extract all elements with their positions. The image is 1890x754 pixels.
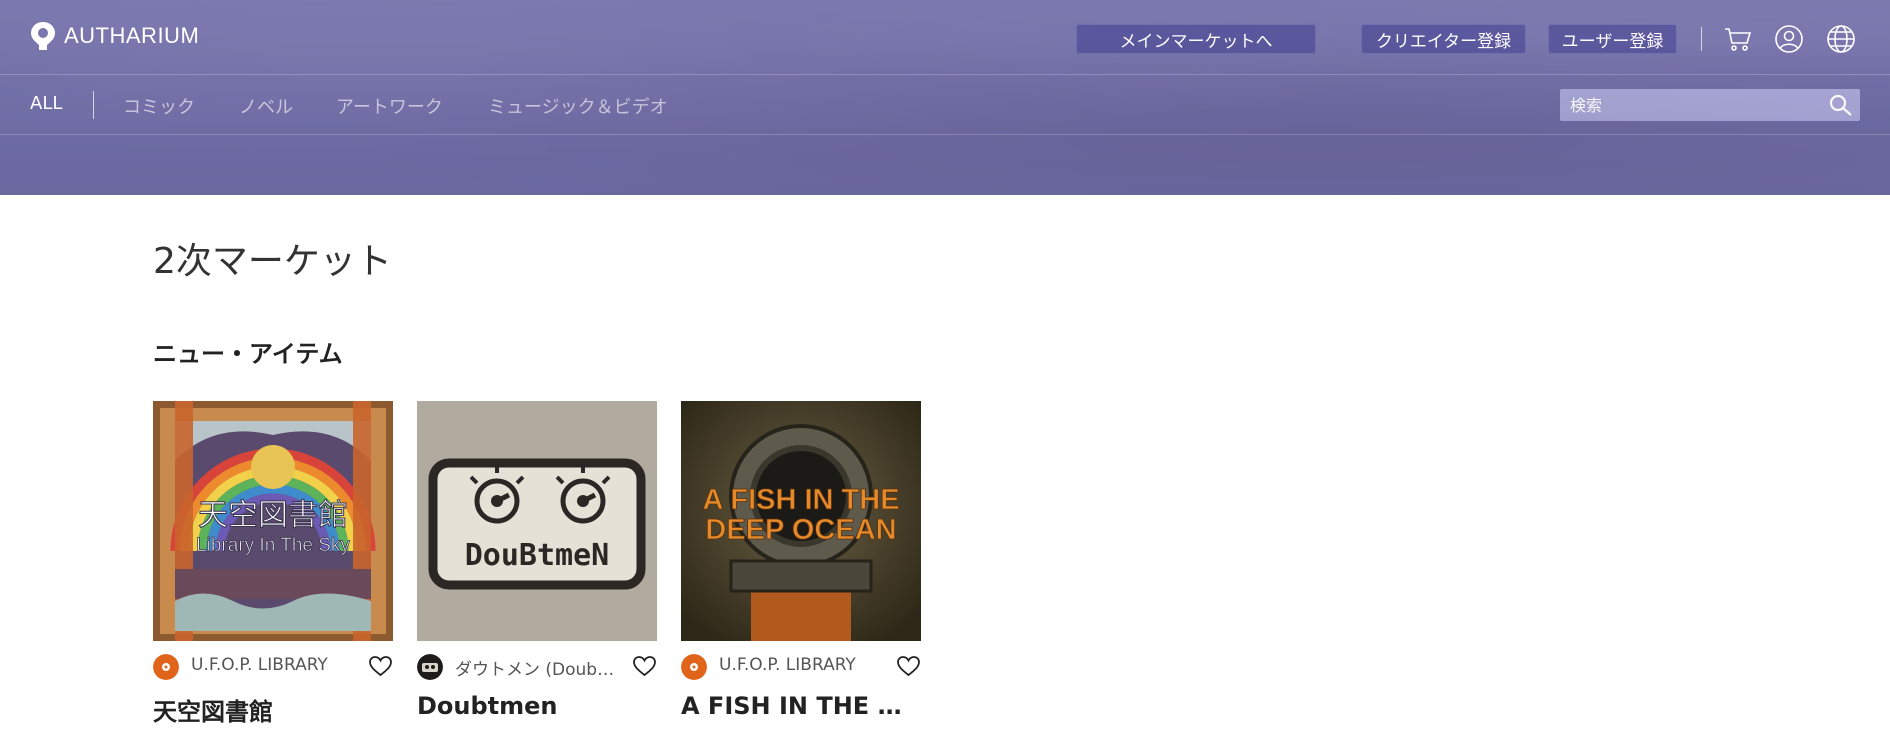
cover-title-jp: 天空図書館 bbox=[198, 498, 348, 533]
logo[interactable]: AUTHARIUM bbox=[30, 21, 199, 51]
user-icon[interactable] bbox=[1774, 24, 1804, 54]
nav-item-comic[interactable]: コミック bbox=[123, 93, 195, 119]
item-card[interactable]: 天空図書館 Library In The Sky U.F.O.P. LIBRAR… bbox=[153, 401, 393, 727]
search-box bbox=[1560, 89, 1860, 121]
cart-icon[interactable] bbox=[1723, 24, 1753, 54]
cover-title-line1: A FISH IN THE bbox=[702, 484, 899, 516]
item-cover-image[interactable]: 天空図書館 Library In The Sky bbox=[153, 401, 393, 641]
item-meta: ダウトメン (Doubtmen) bbox=[417, 641, 657, 691]
heart-icon[interactable] bbox=[632, 654, 657, 678]
top-bar: AUTHARIUM メインマーケットへ クリエイター登録 ユーザー登録 bbox=[0, 0, 1890, 75]
page-title: 2次マーケット bbox=[153, 241, 392, 282]
item-cover-image[interactable]: DouBtmeN bbox=[417, 401, 657, 641]
heart-icon[interactable] bbox=[896, 654, 921, 678]
item-title[interactable]: A FISH IN THE DEEP OCEAN bbox=[681, 692, 921, 720]
item-cover-image[interactable]: A FISH IN THE DEEP OCEAN bbox=[681, 401, 921, 641]
item-title[interactable]: 天空図書館 bbox=[153, 692, 393, 727]
heart-icon[interactable] bbox=[368, 654, 393, 678]
search-icon[interactable] bbox=[1828, 93, 1854, 117]
logo-text: AUTHARIUM bbox=[64, 23, 200, 48]
globe-icon[interactable] bbox=[1826, 24, 1856, 54]
creator-avatar[interactable] bbox=[153, 654, 179, 680]
nav-divider bbox=[93, 91, 94, 119]
creator-name[interactable]: U.F.O.P. LIBRARY bbox=[719, 655, 879, 675]
nav-item-music-video[interactable]: ミュージック＆ビデオ bbox=[488, 93, 668, 119]
main-market-button[interactable]: メインマーケットへ bbox=[1076, 24, 1316, 54]
item-meta: U.F.O.P. LIBRARY bbox=[681, 641, 921, 691]
item-title[interactable]: Doubtmen bbox=[417, 692, 657, 720]
section-title: ニュー・アイテム bbox=[153, 340, 343, 368]
nav-item-artwork[interactable]: アートワーク bbox=[336, 93, 443, 119]
creator-name[interactable]: ダウトメン (Doubtmen) bbox=[455, 655, 615, 680]
cover-logo-text: DouBtmeN bbox=[465, 538, 610, 573]
creator-register-button[interactable]: クリエイター登録 bbox=[1361, 24, 1526, 54]
creator-avatar[interactable] bbox=[681, 654, 707, 680]
creator-name[interactable]: U.F.O.P. LIBRARY bbox=[191, 655, 351, 675]
user-register-button[interactable]: ユーザー登録 bbox=[1548, 24, 1677, 54]
header-divider bbox=[1701, 27, 1702, 51]
logo-icon bbox=[31, 22, 55, 50]
nav-item-all[interactable]: ALL bbox=[30, 93, 62, 114]
cover-title-line2: DEEP OCEAN bbox=[705, 514, 896, 546]
item-card[interactable]: DouBtmeN ダウトメン (Doubtmen) Doubtmen bbox=[417, 401, 657, 720]
header-banner: AUTHARIUM メインマーケットへ クリエイター登録 ユーザー登録 ALL … bbox=[0, 0, 1890, 195]
item-card[interactable]: A FISH IN THE DEEP OCEAN U.F.O.P. LIBRAR… bbox=[681, 401, 921, 720]
item-meta: U.F.O.P. LIBRARY bbox=[153, 641, 393, 691]
cover-title-en: Library In The Sky bbox=[196, 535, 350, 556]
nav-item-novel[interactable]: ノベル bbox=[239, 93, 293, 119]
search-input[interactable] bbox=[1560, 89, 1820, 121]
creator-avatar[interactable] bbox=[417, 654, 443, 680]
